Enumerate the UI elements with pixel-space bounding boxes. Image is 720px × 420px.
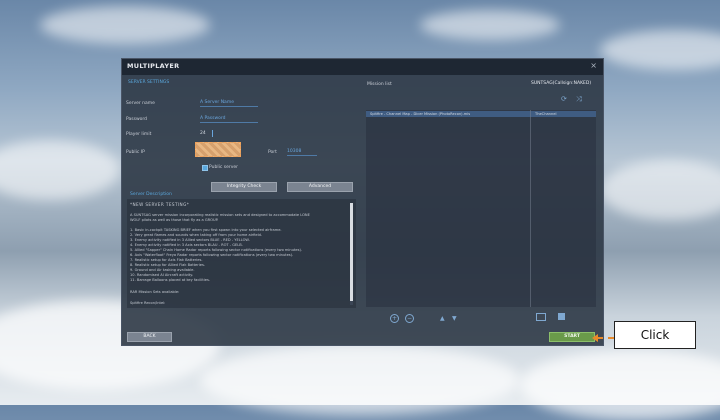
- public-ip-redacted-field: [195, 142, 241, 157]
- description-line: RAR Mission Sets available:: [130, 290, 180, 294]
- server-description-textarea[interactable]: *NEW SERVER TESTING* A SUNTSAG server mi…: [127, 199, 356, 308]
- server-settings-header: SERVER SETTINGS: [128, 80, 170, 85]
- description-line: 8. Realistic setup for Allied Flak Batte…: [130, 263, 205, 267]
- start-button[interactable]: START: [549, 332, 595, 342]
- port-label: Port: [268, 150, 277, 155]
- public-ip-label: Public IP: [126, 150, 145, 155]
- player-limit-input[interactable]: 24: [200, 130, 218, 138]
- description-line: 9. Ground and Air tasking available.: [130, 268, 195, 272]
- public-server-checkbox[interactable]: [202, 165, 208, 171]
- move-up-icon[interactable]: ▲: [440, 315, 445, 322]
- description-line: 2. Very great flames and sounds when tak…: [130, 233, 263, 237]
- mission-list-header: Mission list: [367, 82, 392, 87]
- server-name-input[interactable]: A Server Name: [200, 99, 258, 107]
- description-line: A SUNTSAG server mission incorporating r…: [130, 213, 310, 217]
- callout-arrow-line: [597, 337, 614, 339]
- description-line: *NEW SERVER TESTING*: [130, 202, 190, 207]
- public-server-label: Public server: [209, 165, 238, 170]
- description-line: 3. Enemy activity notified in 3 Allied s…: [130, 238, 250, 242]
- description-line: 1. Basic in-cockpit TASKING BRIEF when y…: [130, 228, 282, 232]
- shuffle-icon[interactable]: ⤨: [576, 96, 582, 103]
- mission-list-panel: [366, 110, 596, 307]
- dialog-title: MULTIPLAYER: [127, 62, 180, 70]
- description-line: Spitfire Recon/Intel:: [130, 301, 166, 305]
- callsign-label: SUNTSAG(Callsign:NAKED): [531, 81, 592, 86]
- mission-name-cell: Spitfire - Channel Map - Dicer Mission (…: [370, 112, 471, 116]
- description-line: 5. Allied "Sapper" Chain Home Radar repo…: [130, 248, 303, 252]
- description-scrollbar-thumb[interactable]: [350, 203, 353, 301]
- description-line: 7. Realistic setup for Axis Flak Batteri…: [130, 258, 203, 262]
- port-input[interactable]: 10308: [287, 148, 317, 156]
- mission-column-divider: [530, 110, 531, 307]
- player-limit-stepper[interactable]: [212, 130, 213, 137]
- move-down-icon[interactable]: ▼: [452, 315, 457, 322]
- back-button[interactable]: BACK: [127, 332, 172, 342]
- remove-icon[interactable]: −: [405, 314, 414, 323]
- advanced-button[interactable]: Advanced: [287, 182, 353, 192]
- callout-arrow-head: [592, 334, 598, 342]
- folder-icon[interactable]: [536, 313, 546, 321]
- save-icon[interactable]: [558, 313, 565, 320]
- refresh-icon[interactable]: ⟳: [561, 96, 567, 103]
- server-name-label: Server name: [126, 101, 155, 106]
- mission-map-cell: TheChannel: [535, 112, 557, 116]
- password-input[interactable]: A Password: [200, 115, 258, 123]
- integrity-check-button[interactable]: Integrity Check: [211, 182, 277, 192]
- description-line: WOLF pilots as well as those that fly as…: [130, 218, 219, 222]
- add-icon[interactable]: +: [390, 314, 399, 323]
- server-description-header: Server Description: [130, 192, 172, 197]
- player-limit-label: Player limit: [126, 132, 152, 137]
- description-line: 4. Enemy activity notified in 3 Axis sec…: [130, 243, 243, 247]
- description-line: 6. Axis "Waterfloat" Freya Radar reports…: [130, 253, 294, 257]
- password-label: Password: [126, 117, 148, 122]
- close-icon[interactable]: ×: [590, 61, 597, 70]
- dialog-titlebar: MULTIPLAYER ×: [122, 59, 603, 75]
- click-callout: Click: [614, 321, 696, 349]
- description-line: 10. Randomised AI Aircraft activity.: [130, 273, 194, 277]
- description-line: 11. Barrage Balloons placed at key facil…: [130, 278, 210, 282]
